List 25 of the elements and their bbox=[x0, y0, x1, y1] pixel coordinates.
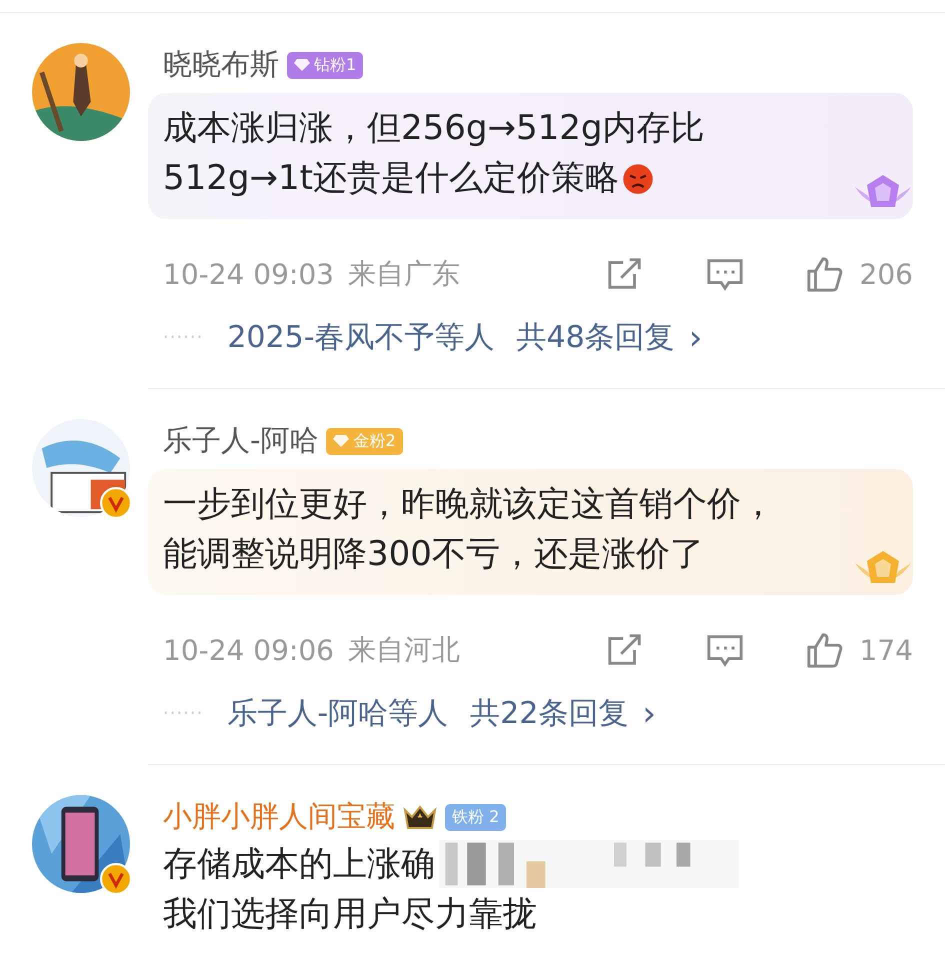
replies-link[interactable]: 乐子人-阿哈等人 共22条回复 › bbox=[227, 693, 656, 734]
like-count: 206 bbox=[860, 258, 913, 290]
thumbs-up-icon[interactable] bbox=[806, 631, 844, 669]
username[interactable]: 乐子人-阿哈 bbox=[163, 421, 318, 461]
thumbs-up-icon[interactable] bbox=[806, 255, 844, 293]
comment-time: 10-24 09:03 bbox=[163, 258, 334, 290]
comment-text: 成本涨归涨，但256g→512g内存比 bbox=[163, 107, 704, 150]
username[interactable]: 小胖小胖人间宝藏 bbox=[163, 797, 395, 837]
like-count: 174 bbox=[860, 634, 913, 666]
fan-badge: 钻粉1 bbox=[287, 52, 364, 78]
fan-badge: 金粉2 bbox=[326, 428, 403, 454]
reply-dots: ······ bbox=[163, 703, 204, 724]
comment-time: 10-24 09:06 bbox=[163, 634, 334, 666]
comment-location: 来自广东 bbox=[348, 256, 460, 292]
comment-text: 能调整说明降300不亏，还是涨价了 bbox=[163, 533, 704, 576]
fan-badge: 铁粉 2 bbox=[445, 804, 506, 830]
replies-link[interactable]: 2025-春风不予等人 共48条回复 › bbox=[227, 317, 702, 358]
comment-location: 来自河北 bbox=[348, 632, 460, 668]
crown-icon bbox=[403, 804, 437, 830]
username[interactable]: 晓晓布斯 bbox=[163, 45, 279, 85]
comment-text: 一步到位更好，昨晚就该定这首销个价， bbox=[163, 483, 775, 526]
comment-text: 存储成本的上涨确 bbox=[163, 843, 435, 886]
reply-dots: ······ bbox=[163, 327, 204, 348]
comment-text: 512g→1t还贵是什么定价策略 bbox=[163, 157, 619, 200]
comment-text: 我们选择向用户尽力靠拢 bbox=[163, 893, 537, 936]
